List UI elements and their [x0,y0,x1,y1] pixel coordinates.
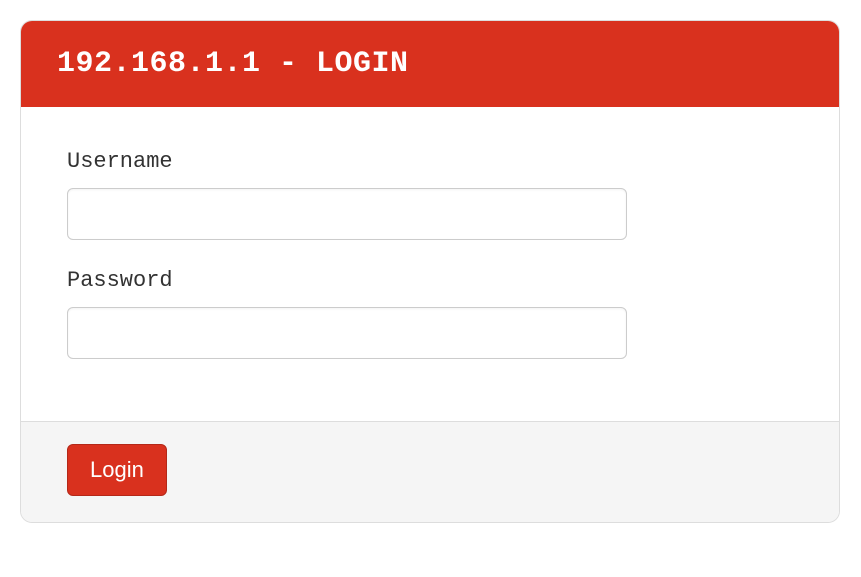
password-input[interactable] [67,307,627,359]
username-group: Username [67,149,793,240]
username-input[interactable] [67,188,627,240]
panel-body: Username Password [21,107,839,421]
page-title: 192.168.1.1 - LOGIN [57,47,409,81]
password-group: Password [67,268,793,359]
login-panel: 192.168.1.1 - LOGIN Username Password Lo… [20,20,840,523]
login-button[interactable]: Login [67,444,167,496]
username-label: Username [67,149,793,174]
panel-footer: Login [21,421,839,522]
password-label: Password [67,268,793,293]
panel-header: 192.168.1.1 - LOGIN [21,21,839,107]
